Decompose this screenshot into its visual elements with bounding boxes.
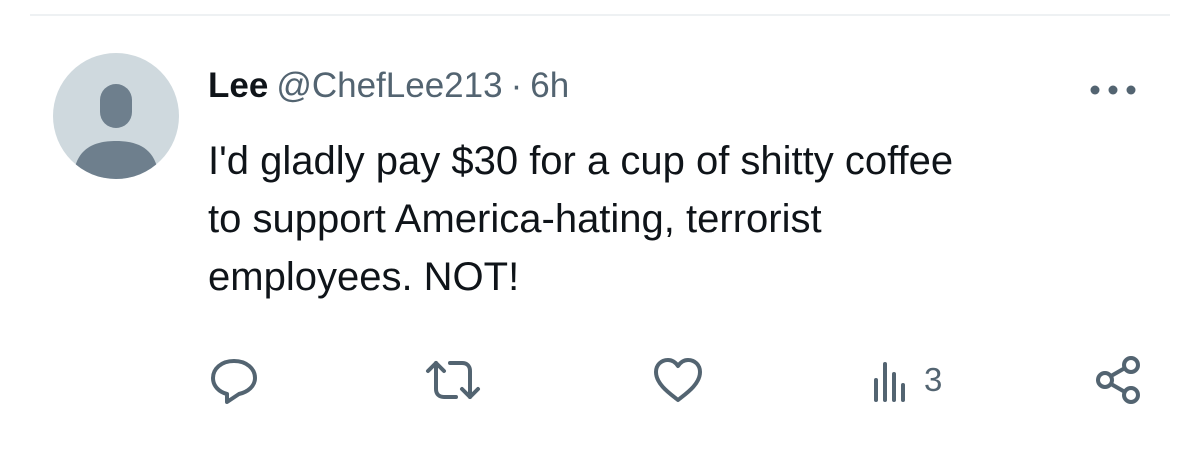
header-separator: · bbox=[510, 66, 523, 105]
tweet-actions: 3 bbox=[0, 340, 1200, 420]
like-button[interactable] bbox=[650, 354, 706, 406]
tweet[interactable]: Lee @ChefLee213 · 6h I'd gladly pay $30 for… bbox=[0, 0, 1200, 450]
heart-icon bbox=[654, 358, 702, 402]
share-button[interactable] bbox=[1090, 354, 1146, 406]
author-name[interactable]: Lee bbox=[208, 66, 268, 105]
tweet-header: Lee @ChefLee213 · 6h bbox=[208, 62, 569, 110]
retweet-icon bbox=[426, 361, 480, 399]
more-options-icon bbox=[1090, 85, 1136, 95]
tweet-text: I'd gladly pay $30 for a cup of shitty c… bbox=[208, 139, 954, 299]
author-handle[interactable]: @ChefLee213 bbox=[276, 66, 502, 105]
retweet-button[interactable] bbox=[420, 354, 486, 406]
views-icon bbox=[874, 362, 905, 402]
share-icon bbox=[1096, 356, 1140, 404]
tweet-timestamp[interactable]: 6h bbox=[530, 66, 569, 105]
reply-button[interactable] bbox=[206, 354, 262, 406]
more-options-button[interactable] bbox=[1080, 70, 1146, 110]
views-button[interactable]: 3 bbox=[868, 354, 942, 406]
reply-icon bbox=[211, 359, 257, 404]
views-count: 3 bbox=[924, 361, 943, 398]
avatar[interactable] bbox=[53, 53, 179, 179]
default-profile-icon bbox=[73, 84, 159, 179]
